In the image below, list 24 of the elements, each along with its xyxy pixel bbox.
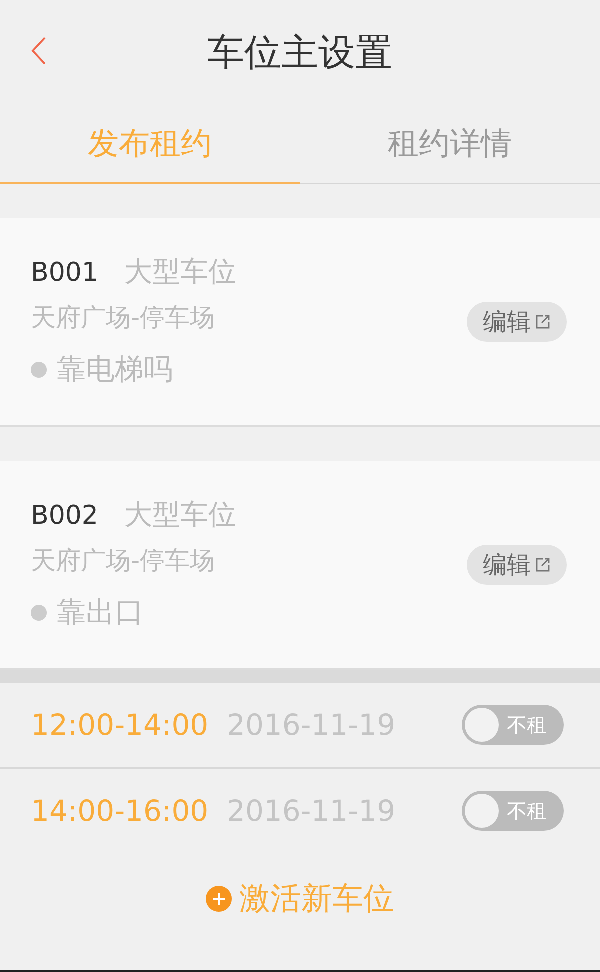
tab[interactable]: 发布租约 — [0, 105, 300, 184]
time-range: 12:00-14:00 — [31, 708, 210, 742]
bullet-icon — [31, 362, 47, 378]
edit-icon — [535, 314, 551, 330]
space-type: 大型车位 — [124, 497, 236, 533]
rent-toggle[interactable]: 不租 — [462, 791, 564, 831]
back-icon[interactable] — [30, 36, 48, 66]
time-range: 14:00-16:00 — [31, 794, 210, 828]
space-type: 大型车位 — [124, 254, 236, 290]
page-title: 车位主设置 — [208, 30, 392, 76]
activate-space-button[interactable]: 激活新车位 — [200, 877, 400, 921]
edit-icon — [535, 556, 551, 572]
space-code: B001 — [31, 258, 98, 288]
space-feature: 靠电梯吗 — [57, 351, 173, 388]
rent-toggle[interactable]: 不租 — [462, 705, 564, 745]
plus-icon — [206, 886, 232, 912]
space-code: B002 — [31, 501, 98, 531]
space-location: 天府广场-停车场 — [31, 545, 216, 577]
edit-button[interactable]: 编辑 — [467, 302, 567, 342]
edit-button[interactable]: 编辑 — [467, 544, 567, 584]
tab[interactable]: 租约详情 — [300, 105, 600, 184]
bullet-icon — [31, 605, 47, 621]
space-feature: 靠出口 — [57, 594, 144, 631]
space-location: 天府广场-停车场 — [31, 302, 216, 334]
